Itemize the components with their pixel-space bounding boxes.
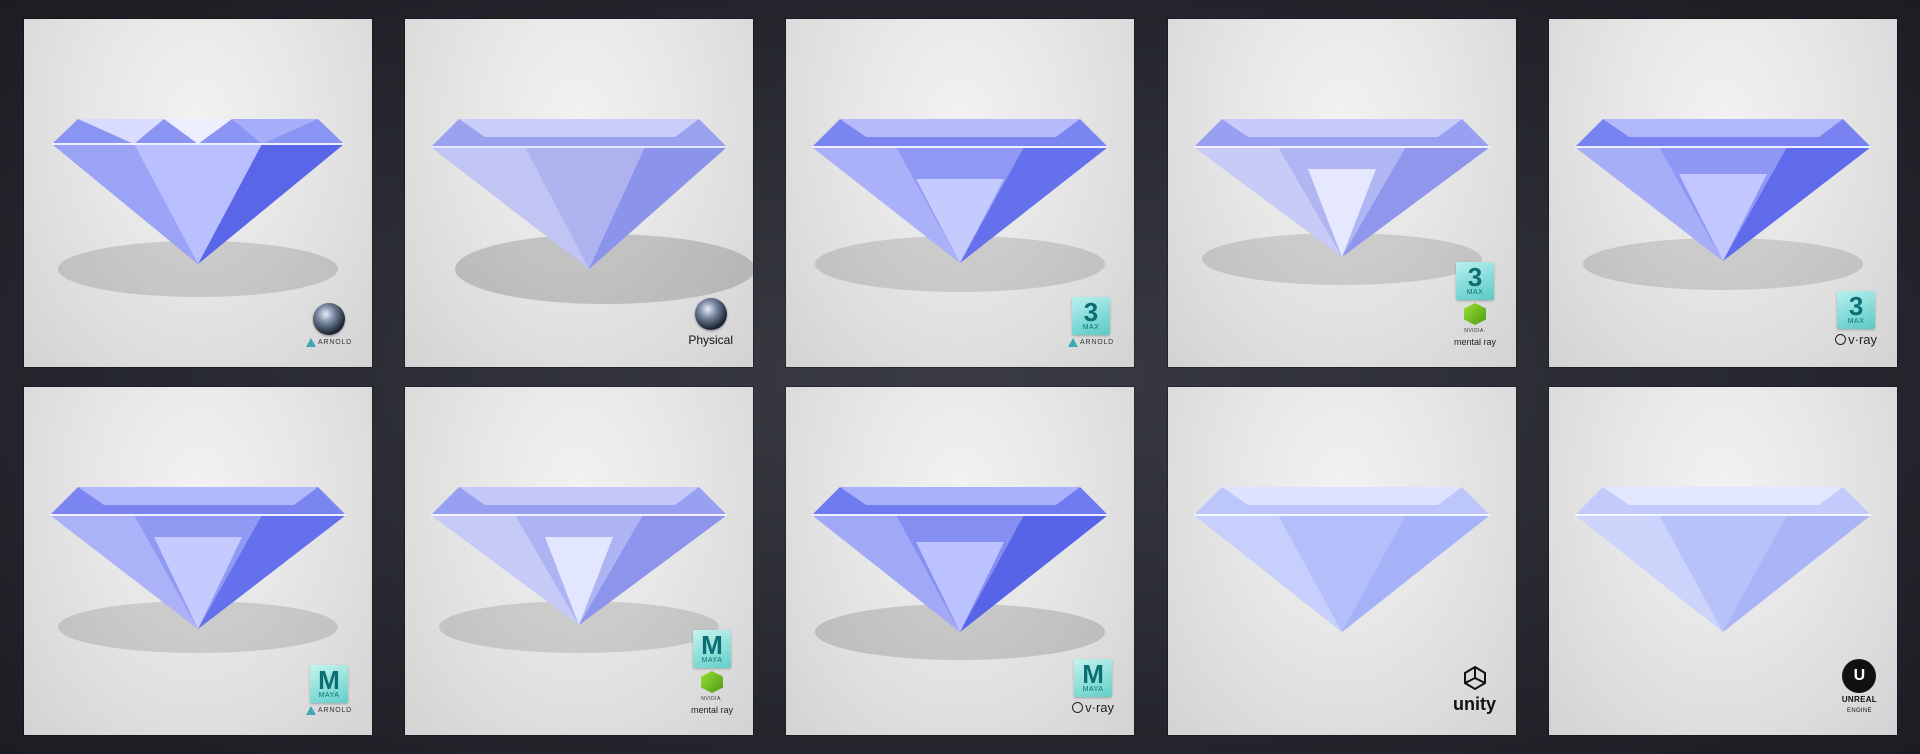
- tile-3dsmax-arnold[interactable]: 3 MAX ARNOLD: [786, 19, 1134, 367]
- unity-icon: [1463, 665, 1486, 691]
- cinema4d-icon: [694, 298, 727, 330]
- renderer-badge: M MAYA ARNOLD: [306, 665, 352, 715]
- renderer-badge: U UNREAL ENGINE: [1842, 659, 1877, 715]
- mentalray-icon: [700, 671, 723, 693]
- 3dsmax-icon: 3 MAX: [1072, 297, 1110, 335]
- render-comparison-grid: ARNOLD Physical 3 MAX ARNOLD 3 MAX NVIDI…: [0, 0, 1920, 754]
- tile-maya-arnold[interactable]: M MAYA ARNOLD: [24, 387, 372, 735]
- renderer-label: mental ray: [690, 705, 733, 715]
- renderer-badge: ARNOLD: [306, 303, 352, 347]
- renderer-badge: unity: [1453, 665, 1496, 715]
- renderer-label: unity: [1453, 694, 1496, 714]
- renderer-badge: 3 MAX ARNOLD: [1068, 297, 1114, 347]
- tile-3dsmax-vray[interactable]: 3 MAX v·ray: [1549, 19, 1897, 367]
- maya-icon: M MAYA: [1074, 659, 1113, 697]
- renderer-badge: 3 MAX NVIDIA. mental ray: [1454, 262, 1496, 347]
- arnold-icon: [306, 338, 317, 347]
- renderer-label: v·ray: [1848, 332, 1877, 347]
- tile-c4d-physical[interactable]: Physical: [405, 19, 753, 367]
- tile-c4d-arnold[interactable]: ARNOLD: [24, 19, 372, 367]
- renderer-label: ARNOLD: [318, 707, 352, 714]
- renderer-vendor-label: NVIDIA.: [701, 696, 723, 702]
- maya-icon: M MAYA: [310, 665, 348, 703]
- tile-maya-vray[interactable]: M MAYA v·ray: [786, 387, 1134, 735]
- tile-3dsmax-mentalray[interactable]: 3 MAX NVIDIA. mental ray: [1168, 19, 1516, 367]
- cinema4d-icon: [313, 303, 345, 335]
- vray-icon: [1072, 702, 1084, 713]
- vray-icon: [1835, 334, 1847, 345]
- arnold-icon: [1068, 338, 1079, 347]
- renderer-badge: 3 MAX v·ray: [1835, 291, 1877, 347]
- renderer-badge: Physical: [688, 298, 733, 347]
- renderer-sublabel: ENGINE: [1847, 708, 1872, 714]
- renderer-vendor-label: NVIDIA.: [1464, 328, 1486, 334]
- unreal-icon: U: [1842, 659, 1877, 693]
- tile-unreal[interactable]: U UNREAL ENGINE: [1549, 387, 1897, 735]
- 3dsmax-icon: 3 MAX: [1837, 291, 1876, 329]
- renderer-badge: M MAYA NVIDIA. mental ray: [691, 630, 733, 715]
- renderer-label: ARNOLD: [318, 339, 352, 346]
- mentalray-icon: [1463, 303, 1486, 325]
- renderer-label: Physical: [688, 333, 733, 347]
- renderer-label: v·ray: [1085, 700, 1114, 715]
- renderer-badge: M MAYA v·ray: [1072, 659, 1114, 715]
- renderer-label: ARNOLD: [1080, 339, 1114, 346]
- tile-unity[interactable]: unity: [1168, 387, 1516, 735]
- renderer-label: mental ray: [1453, 337, 1496, 347]
- tile-maya-mentalray[interactable]: M MAYA NVIDIA. mental ray: [405, 387, 753, 735]
- 3dsmax-icon: 3 MAX: [1455, 262, 1494, 300]
- maya-icon: M MAYA: [692, 630, 731, 668]
- renderer-label: UNREAL: [1841, 695, 1877, 704]
- arnold-icon: [306, 706, 317, 715]
